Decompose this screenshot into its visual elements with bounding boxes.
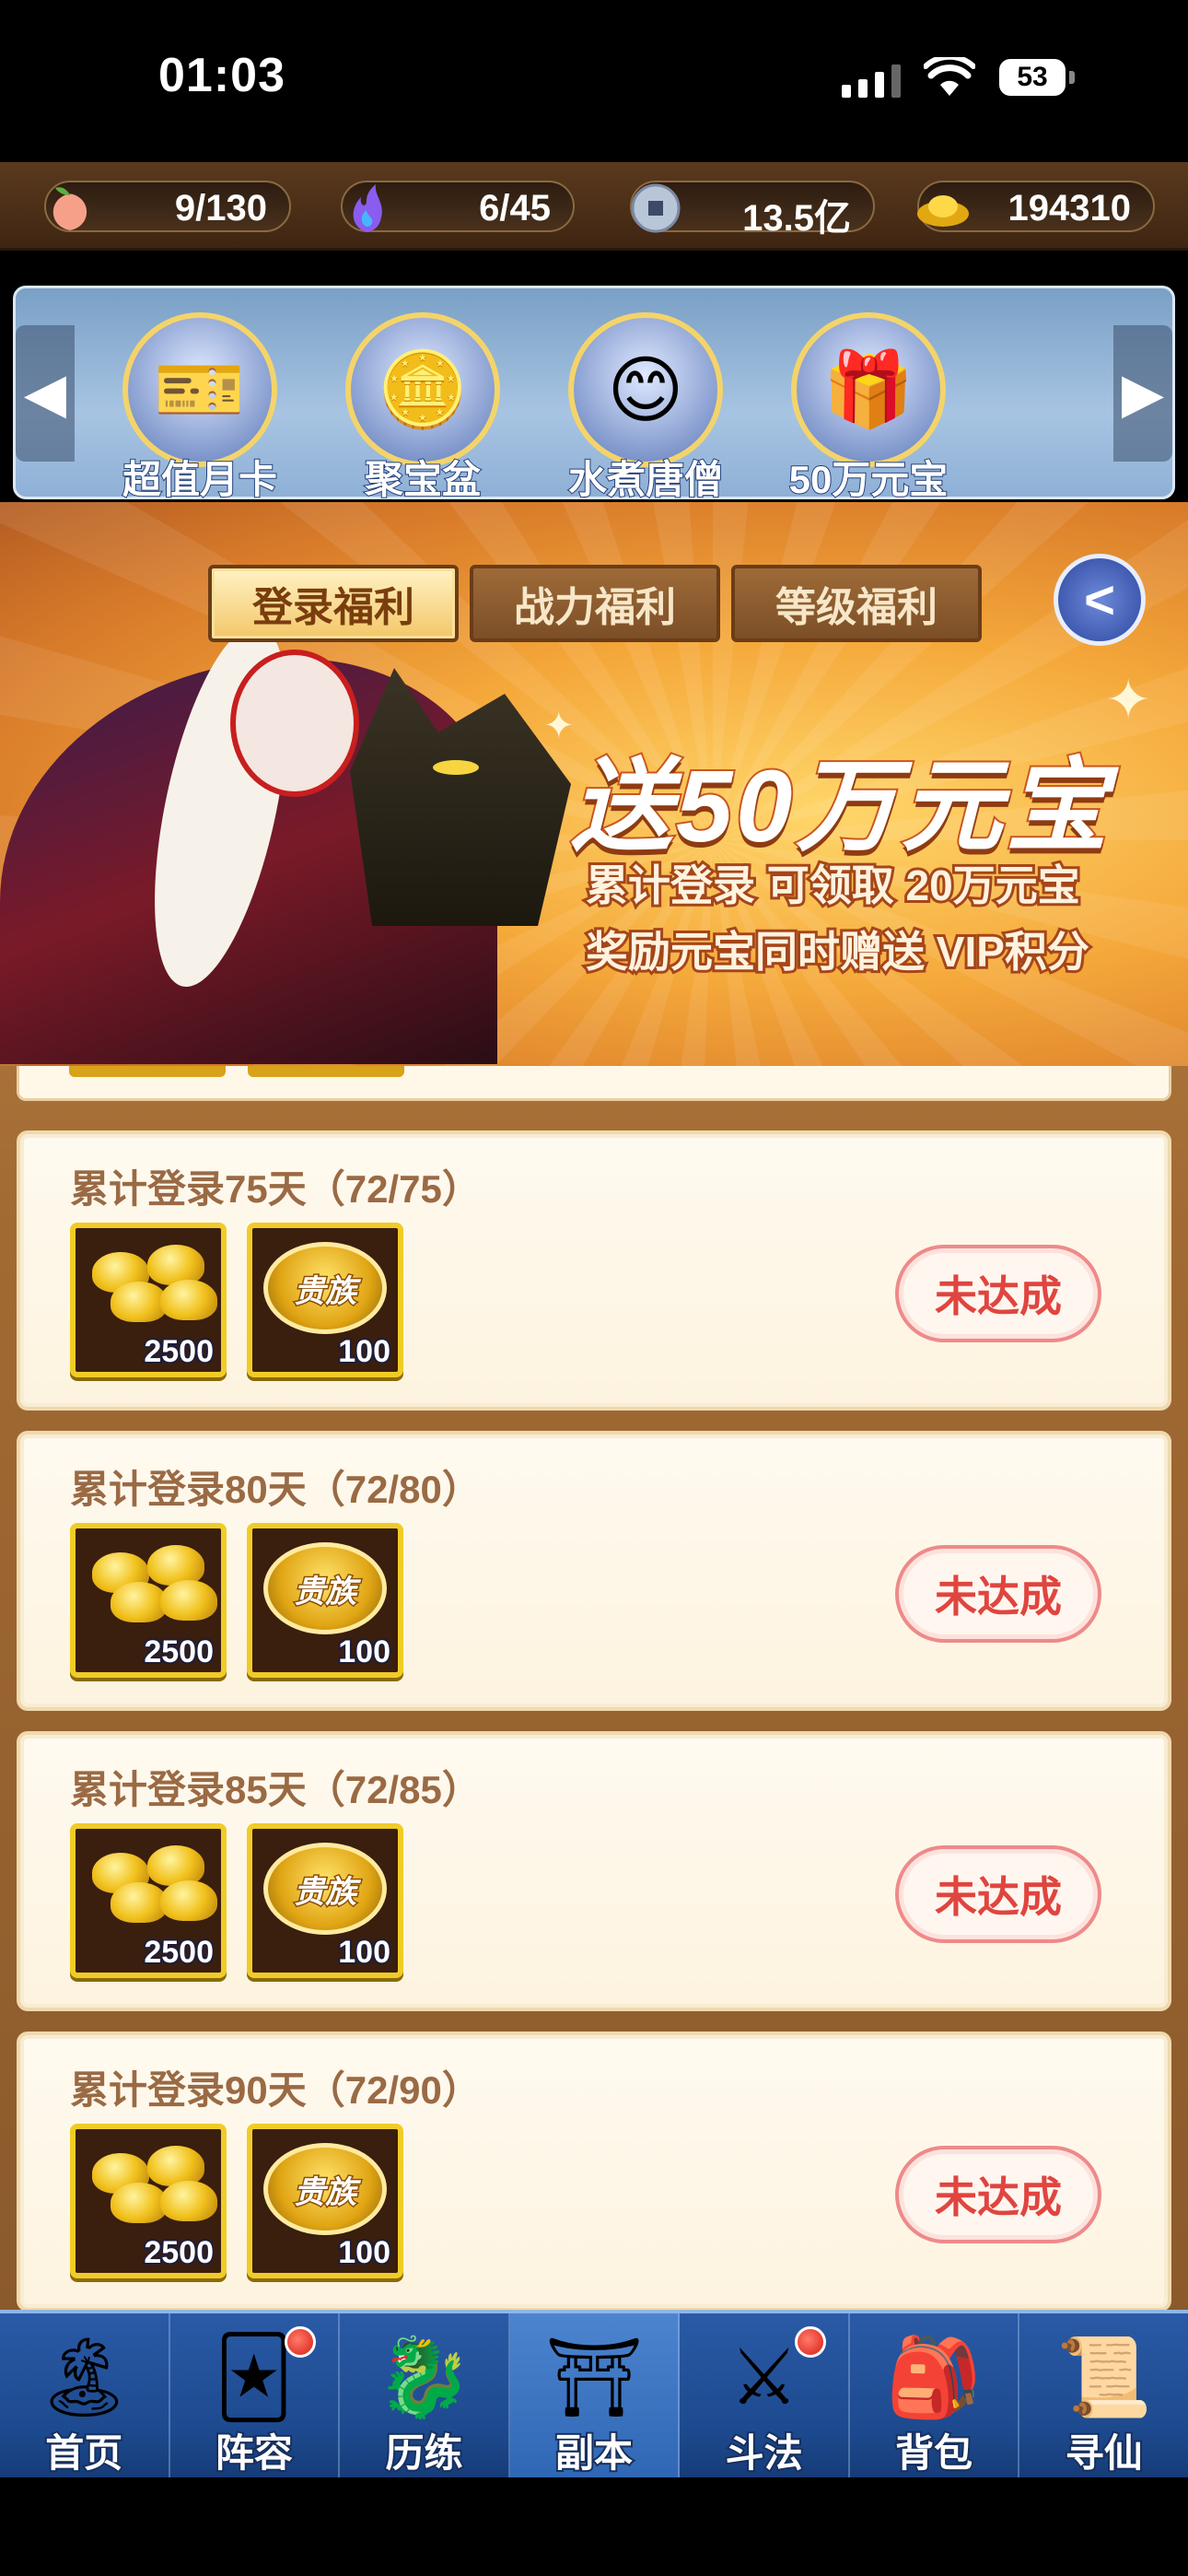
peach-icon: [39, 177, 101, 240]
reward-item-noble[interactable]: 贵族 100: [247, 1523, 403, 1678]
resource-bar: 9/130 6/45 13.5亿 194310: [0, 162, 1188, 251]
gold-ingot-pile-icon: [83, 1836, 217, 1941]
carousel-next-button[interactable]: ▶: [1113, 325, 1172, 462]
noble-badge-icon: 贵族: [263, 2143, 387, 2235]
chevron-left-icon: <: [1084, 569, 1115, 630]
promo-line-1: 累计登录 可领取 20万元宝: [583, 859, 1083, 912]
welfare-tabs: 登录福利 战力福利 等级福利: [208, 565, 982, 642]
triangle-right-icon: ▶: [1121, 362, 1165, 424]
battery-icon: 53: [999, 59, 1075, 96]
promo-banner: 登录福利 战力福利 等级福利 < ✦ ✦ 送50万元宝 累计登录 可领取 20万…: [0, 502, 1188, 1066]
reward-card: 累计登录90天（72/90） 2500 贵族 100 未达成: [17, 2032, 1171, 2310]
bottom-nav: 🏝 首页 🃏 阵容 🐉 历练 ⛩ 副本 ⚔ 斗法 🎒 背包 📜 寻仙: [0, 2310, 1188, 2477]
home-island-icon: 🏝: [34, 2333, 134, 2420]
gold-ingot-pile-icon: [83, 1536, 217, 1641]
scroll-icon: 📜: [1055, 2333, 1153, 2420]
activity-treasure-bowl[interactable]: 🪙 聚宝盆: [321, 312, 524, 502]
sparkle-icon: ✦: [1105, 669, 1152, 731]
reward-card: 累计登录75天（72/75） 2500 贵族 100 未达成: [17, 1130, 1171, 1411]
nav-backpack[interactable]: 🎒 背包: [850, 2313, 1020, 2477]
reward-title: 累计登录90天（72/90）: [70, 2068, 481, 2112]
reward-item-gold[interactable]: 2500: [70, 1223, 227, 1377]
reward-item-noble[interactable]: 贵族 100: [247, 1823, 403, 1978]
spirit-flame-icon: [335, 177, 398, 240]
reward-item-gold[interactable]: 2500: [70, 2124, 227, 2278]
status-bar: 01:03 53: [0, 0, 1188, 162]
resource-spirit[interactable]: 6/45: [341, 181, 575, 232]
tab-level-welfare[interactable]: 等级福利: [731, 565, 982, 642]
reward-card: 累计登录85天（72/85） 2500 贵族 100 未达成: [17, 1731, 1171, 2011]
monthly-card-icon: 🎫: [122, 312, 277, 467]
treasure-bowl-icon: 🪙: [345, 312, 500, 467]
activity-monthly-card[interactable]: 🎫 超值月卡: [99, 312, 301, 502]
tab-login-welfare[interactable]: 登录福利: [208, 565, 459, 642]
reward-item-gold[interactable]: 2500: [70, 1523, 227, 1678]
treasure-chest-icon: 🎁: [791, 312, 946, 467]
reward-title: 累计登录85天（72/85）: [70, 1768, 481, 1811]
activity-500k-ingots[interactable]: 🎁 50万元宝: [767, 312, 970, 502]
carousel-prev-button[interactable]: ◀: [16, 325, 75, 462]
reward-item-gold[interactable]: 2500: [70, 1823, 227, 1978]
nav-home[interactable]: 🏝 首页: [0, 2313, 170, 2477]
cellular-signal-icon: [842, 64, 901, 98]
welfare-panel: 登录福利 战力福利 等级福利 < ✦ ✦ 送50万元宝 累计登录 可领取 20万…: [0, 502, 1188, 2310]
resource-stamina[interactable]: 9/130: [44, 181, 291, 232]
previous-card-edge: [17, 1066, 1171, 1101]
nav-dungeon[interactable]: ⛩ 副本: [509, 2313, 681, 2477]
activity-carousel: ◀ 🎫 超值月卡 🪙 聚宝盆 😊 水煮唐僧 🎁 50万元宝 ▶: [13, 286, 1175, 502]
tab-power-welfare[interactable]: 战力福利: [470, 565, 720, 642]
reward-card: 累计登录80天（72/80） 2500 贵族 100 未达成: [17, 1431, 1171, 1711]
not-achieved-button[interactable]: 未达成: [895, 1245, 1101, 1342]
copper-coin-icon: [624, 177, 687, 240]
nav-lineup[interactable]: 🃏 阵容: [170, 2313, 341, 2477]
not-achieved-button[interactable]: 未达成: [895, 2146, 1101, 2243]
not-achieved-button[interactable]: 未达成: [895, 1545, 1101, 1643]
backpack-icon: 🎒: [885, 2333, 983, 2420]
triangle-left-icon: ◀: [23, 362, 67, 424]
reward-title: 累计登录80天（72/80）: [70, 1468, 481, 1511]
hero-illustration: [0, 614, 589, 1066]
gold-ingot-pile-icon: [83, 1235, 217, 1341]
notification-dot: [794, 2326, 826, 2358]
nav-training[interactable]: 🐉 历练: [340, 2313, 510, 2477]
wifi-icon: [924, 57, 975, 96]
gold-ingot-pile-icon: [83, 2137, 217, 2242]
not-achieved-button[interactable]: 未达成: [895, 1845, 1101, 1943]
gold-ingot-icon: [912, 177, 974, 240]
activity-boiled-monk[interactable]: 😊 水煮唐僧: [544, 312, 747, 502]
training-gourd-icon: 🐉: [376, 2333, 472, 2420]
reward-item-noble[interactable]: 贵族 100: [247, 1223, 403, 1377]
resource-gold[interactable]: 194310: [917, 181, 1155, 232]
sparkle-icon: ✦: [543, 706, 575, 746]
reward-item-noble[interactable]: 贵族 100: [247, 2124, 403, 2278]
status-time: 01:03: [158, 49, 285, 102]
noble-badge-icon: 贵族: [263, 1843, 387, 1935]
notification-dot: [285, 2326, 317, 2358]
nav-seek-immortal[interactable]: 📜 寻仙: [1019, 2313, 1188, 2477]
home-indicator-area: [0, 2477, 1188, 2576]
reward-title: 累计登录75天（72/75）: [70, 1167, 481, 1211]
nav-battle[interactable]: ⚔ 斗法: [680, 2313, 850, 2477]
resource-copper[interactable]: 13.5亿: [630, 181, 875, 239]
promo-line-2: 奖励元宝同时赠送 VIP积分: [583, 925, 1092, 978]
promo-title: 送50万元宝: [569, 748, 1112, 865]
noble-badge-icon: 贵族: [263, 1542, 387, 1634]
dungeon-gate-icon: ⛩: [544, 2333, 644, 2420]
monk-icon: 😊: [568, 312, 723, 467]
back-button[interactable]: <: [1054, 554, 1146, 646]
noble-badge-icon: 贵族: [263, 1242, 387, 1334]
